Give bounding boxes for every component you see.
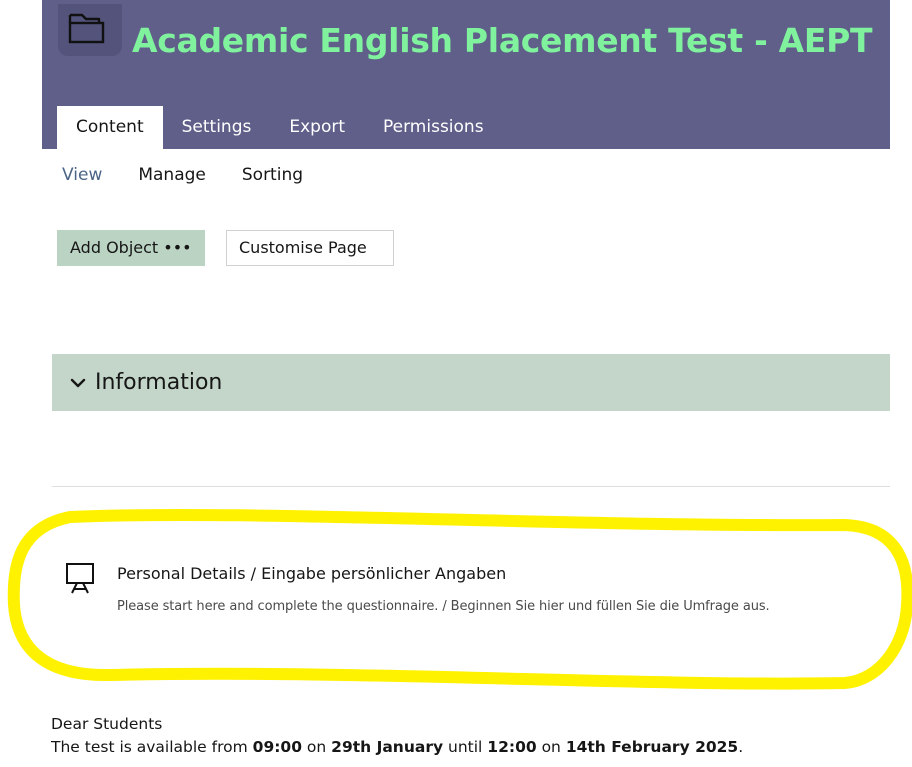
availability-on-2: on — [536, 738, 566, 756]
information-accordion-header[interactable]: Information — [52, 354, 890, 411]
customise-page-button[interactable]: Customise Page — [226, 230, 394, 266]
availability-suffix: . — [738, 738, 744, 756]
tab-permissions[interactable]: Permissions — [364, 106, 503, 149]
availability-text: The test is available from 09:00 on 29th… — [51, 736, 743, 759]
item-title-link[interactable]: Personal Details / Eingabe persönlicher … — [117, 563, 506, 585]
start-time: 09:00 — [252, 738, 302, 756]
page-title: Academic English Placement Test - AEPT — [132, 21, 873, 60]
tab-content[interactable]: Content — [57, 106, 163, 149]
folder-tile — [58, 4, 122, 56]
divider — [52, 486, 890, 487]
subtab-manage[interactable]: Manage — [138, 162, 206, 188]
subtab-view[interactable]: View — [62, 162, 102, 188]
header-bar: Academic English Placement Test - AEPT C… — [42, 0, 890, 149]
folder-icon — [68, 13, 105, 44]
presentation-board-icon — [66, 563, 94, 594]
availability-on: on — [302, 738, 332, 756]
greeting-text: Dear Students — [51, 715, 163, 733]
availability-prefix: The test is available from — [51, 738, 253, 756]
start-date: 29th January — [331, 738, 444, 756]
tab-settings[interactable]: Settings — [163, 106, 271, 149]
availability-until: until — [443, 738, 488, 756]
accordion-label: Information — [95, 370, 223, 395]
end-date: 14th February 2025 — [565, 738, 739, 756]
subtab-sorting[interactable]: Sorting — [242, 162, 303, 188]
info-text-block: Dear Students The test is available from… — [51, 713, 743, 759]
subtab-bar: View Manage Sorting — [62, 162, 303, 188]
chevron-down-icon — [70, 378, 86, 387]
item-description: Please start here and complete the quest… — [117, 599, 770, 614]
tab-bar: Content Settings Export Permissions — [57, 106, 503, 149]
add-object-button[interactable]: Add Object ••• — [57, 230, 205, 266]
tab-export[interactable]: Export — [270, 106, 364, 149]
end-time: 12:00 — [487, 738, 537, 756]
